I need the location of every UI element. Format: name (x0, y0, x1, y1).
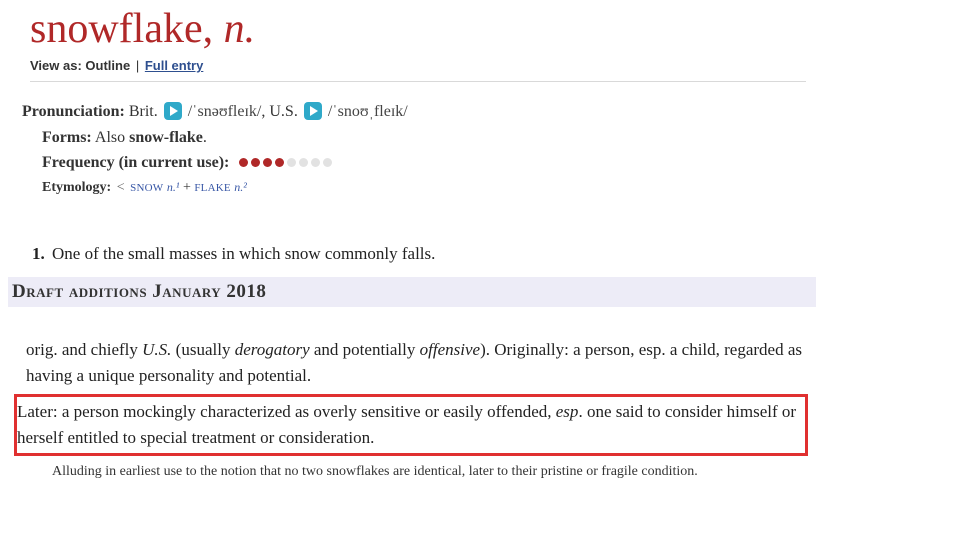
entry-page: snowflake, n. View as: Outline | Full en… (0, 0, 976, 492)
brit-label: Brit. (125, 103, 158, 120)
draft-addition-block: orig. and chiefly U.S. (usually derogato… (8, 313, 816, 492)
addition-origin: orig. and chiefly (26, 340, 142, 359)
brit-phonetic: /ˈsnəʊfleɪk/ (188, 103, 262, 120)
view-as-label: View as: (30, 58, 82, 73)
view-as-outline[interactable]: Outline (85, 58, 130, 73)
freq-dot-filled (275, 158, 284, 167)
etym-link-snow[interactable]: snow (130, 179, 163, 195)
view-as-row: View as: Outline | Full entry (30, 58, 806, 73)
sense-number: 1. (32, 244, 45, 263)
headword: snowflake, n. (30, 6, 806, 52)
addition-later-highlight: Later: a person mockingly characterized … (14, 394, 808, 457)
addition-origin-line: orig. and chiefly U.S. (usually derogato… (16, 337, 808, 390)
etym-pos-snow[interactable]: n.¹ (167, 180, 180, 194)
addition-us: U.S. (142, 340, 171, 359)
etym-plus: + (179, 180, 194, 195)
freq-dot-filled (251, 158, 260, 167)
draft-additions-header: Draft additions January 2018 (8, 277, 816, 307)
forms-suffix: . (203, 129, 207, 146)
headword-word: snowflake (30, 6, 203, 52)
addition-mid: and potentially (310, 340, 420, 359)
pronunciation-label: Pronunciation: (22, 103, 125, 120)
addition-later-a: Later: a person mockingly characterized … (17, 402, 556, 421)
forms-label: Forms: (42, 129, 92, 146)
freq-dot-empty (287, 158, 296, 167)
forms-row: Forms: Also snow-flake. (22, 127, 806, 149)
play-us-button[interactable] (304, 102, 322, 120)
us-label: U.S. (269, 103, 297, 120)
view-as-pipe: | (136, 58, 139, 73)
etym-pos-flake[interactable]: n.² (234, 180, 247, 194)
sense-text: One of the small masses in which snow co… (48, 244, 436, 263)
frequency-label: Frequency (in current use): (42, 154, 229, 171)
us-phonetic: /ˈsnoʊˌfleɪk/ (328, 103, 408, 120)
freq-dot-empty (311, 158, 320, 167)
etymology-label: Etymology: (42, 180, 111, 195)
etym-link-flake[interactable]: flake (194, 179, 230, 195)
etymology-angle: < (113, 180, 128, 195)
headword-block: snowflake, n. View as: Outline | Full en… (8, 0, 816, 96)
sense-1: 1. One of the small masses in which snow… (8, 211, 816, 273)
freq-dot-filled (263, 158, 272, 167)
addition-note: Alluding in earliest use to the notion t… (16, 458, 808, 490)
play-brit-button[interactable] (164, 102, 182, 120)
pronunciation-row: Pronunciation: Brit. /ˈsnəʊfleɪk/, U.S. … (22, 101, 806, 123)
view-as-full-entry-link[interactable]: Full entry (145, 58, 204, 73)
addition-derogatory: derogatory (235, 340, 310, 359)
freq-dot-filled (239, 158, 248, 167)
rule-divider (30, 81, 806, 82)
headword-comma: , (203, 6, 224, 52)
addition-paren-open: (usually (171, 340, 234, 359)
addition-later-esp: esp (556, 402, 579, 421)
addition-body: orig. and chiefly U.S. (usually derogato… (16, 337, 808, 456)
addition-offensive: offensive (420, 340, 480, 359)
frequency-dots (239, 152, 335, 174)
etymology-row: Etymology: < snow n.¹ + flake n.² (22, 177, 806, 198)
freq-dot-empty (299, 158, 308, 167)
frequency-row: Frequency (in current use): (22, 152, 806, 175)
part-of-speech: n. (224, 6, 256, 52)
freq-dot-empty (323, 158, 332, 167)
forms-prefix: Also (92, 129, 129, 146)
forms-value: snow-flake (129, 129, 203, 146)
meta-block: Pronunciation: Brit. /ˈsnəʊfleɪk/, U.S. … (8, 96, 816, 211)
